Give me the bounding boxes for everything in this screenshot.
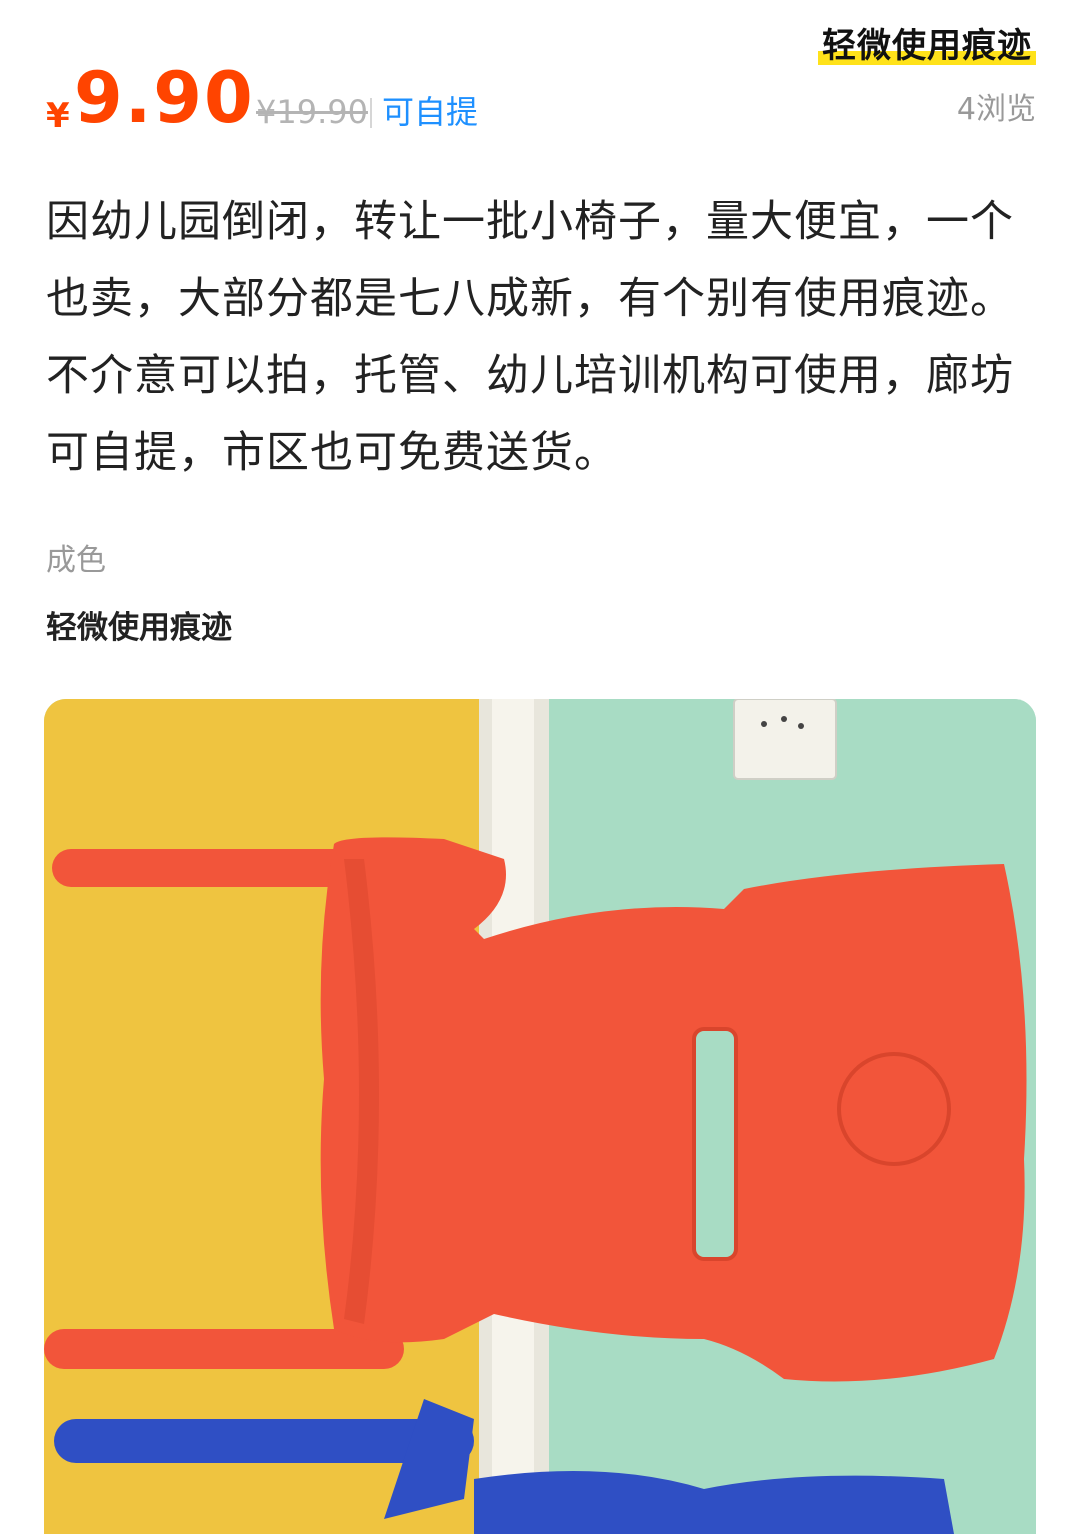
chair-leg-top (52, 849, 352, 887)
currency-symbol: ¥ (46, 96, 70, 136)
product-photo[interactable] (44, 699, 1036, 1534)
price-row: ¥ 9.90 ¥19.90 可自提 4浏览 (46, 58, 1036, 138)
original-price: ¥19.90 (256, 93, 368, 131)
item-description: 因幼儿园倒闭，转让一批小椅子，量大便宜，一个也卖，大部分都是七八成新，有个别有使… (46, 197, 1014, 478)
current-price: 9.90 (74, 57, 255, 139)
view-count: 4浏览 (956, 92, 1036, 127)
price-divider (370, 98, 372, 128)
wall-socket (733, 699, 837, 780)
condition-badge: 轻微使用痕迹 (818, 18, 1036, 67)
condition-value: 轻微使用痕迹 (46, 610, 232, 646)
listing-page: 轻微使用痕迹 ¥ 9.90 ¥19.90 可自提 4浏览 因幼儿园倒闭，转让一批… (0, 0, 1080, 1534)
chair-seat-back (320, 837, 1027, 1382)
pickup-tag[interactable]: 可自提 (382, 92, 478, 132)
condition-badge-text: 轻微使用痕迹 (822, 26, 1032, 66)
chair-photo-illustration (44, 699, 1036, 1534)
condition-label: 成色 (46, 543, 106, 578)
chair-handle-slot (692, 1027, 738, 1261)
